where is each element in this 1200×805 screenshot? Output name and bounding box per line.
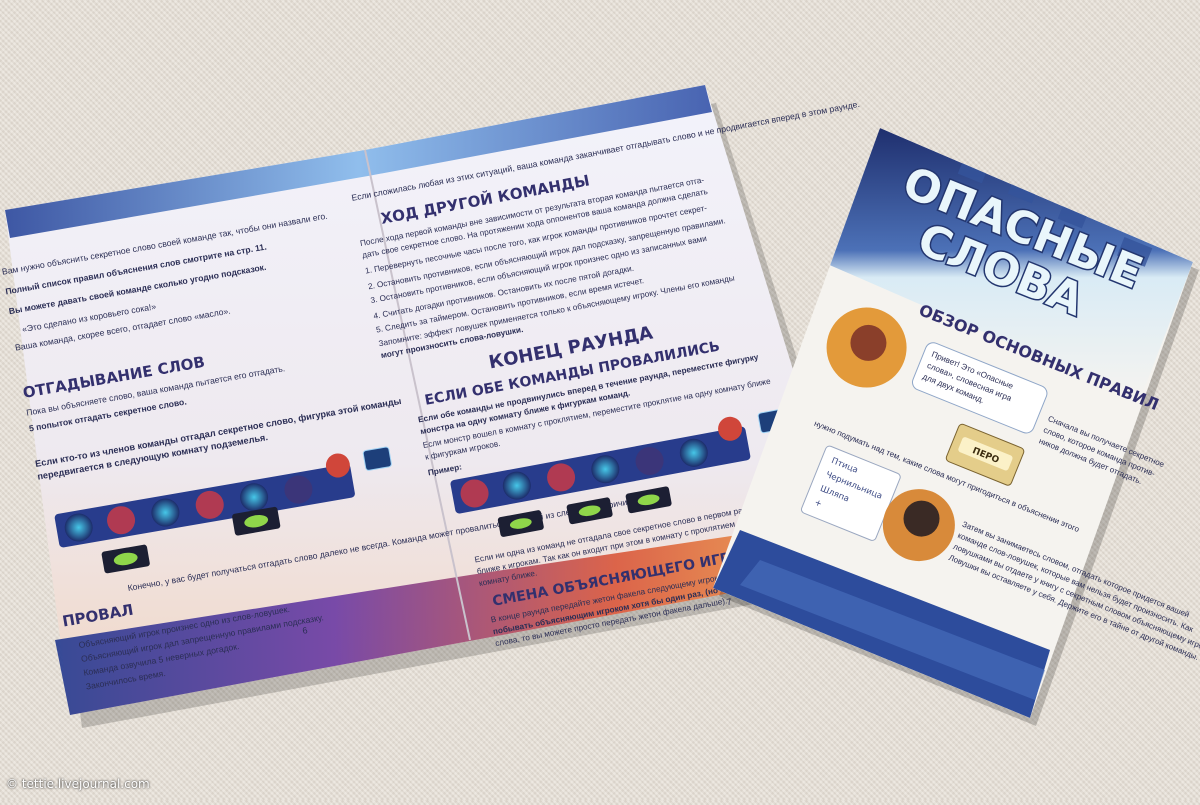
watermark: © tettie.livejournal.com — [6, 777, 150, 791]
photo-scene: Вам нужно объяснить секретное слово свое… — [0, 0, 1200, 800]
scene-svg: Вам нужно объяснить секретное слово свое… — [1, 85, 1200, 728]
rules-card: ОПАСНЫЕ СЛОВА ОБЗОР ОСНОВНЫХ ПРАВИЛ Прив… — [713, 128, 1200, 726]
